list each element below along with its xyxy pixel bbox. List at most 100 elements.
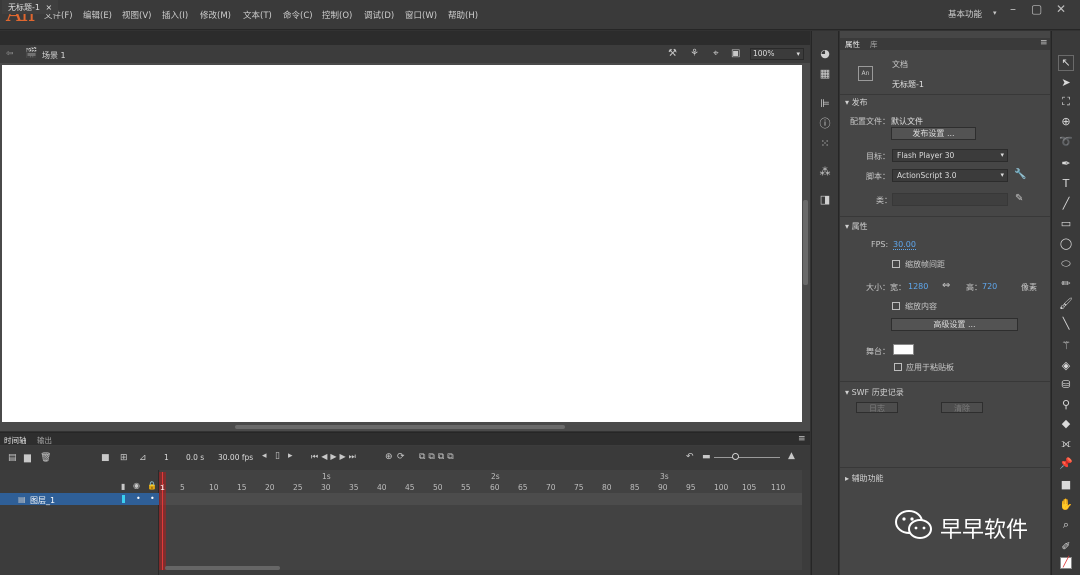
target-select[interactable]: Flash Player 30 ▾ bbox=[892, 149, 1008, 162]
stage[interactable] bbox=[2, 65, 802, 422]
eyedropper-tool-icon[interactable]: ⚲ bbox=[1059, 398, 1073, 412]
layer-parenting-icon[interactable]: ⊞ bbox=[120, 453, 128, 463]
components-panel-icon[interactable]: ⁂ bbox=[819, 166, 831, 178]
width-value[interactable]: 1280 bbox=[908, 282, 928, 291]
swf-log-button[interactable]: 日志 bbox=[856, 402, 898, 413]
close-icon[interactable]: ✕ bbox=[1056, 2, 1066, 16]
tab-timeline[interactable]: 时间轴 bbox=[4, 435, 27, 446]
new-layer-icon[interactable]: ▤ bbox=[8, 453, 17, 463]
menu-debug[interactable]: 调试(D) bbox=[364, 9, 394, 21]
current-time[interactable]: 0.0 s bbox=[186, 453, 204, 462]
frame-rate[interactable]: 30.00 fps bbox=[218, 453, 253, 462]
advanced-settings-button[interactable]: 高级设置 ... bbox=[891, 318, 1018, 331]
camera-icon[interactable]: ■ bbox=[101, 453, 110, 463]
stage-horizontal-scrollbar[interactable] bbox=[235, 425, 565, 429]
center-frame-icon[interactable]: ⊕ bbox=[385, 452, 393, 462]
menu-command[interactable]: 命令(C) bbox=[283, 9, 313, 21]
menu-text[interactable]: 文本(T) bbox=[243, 9, 272, 21]
undo-icon[interactable]: ↶ bbox=[686, 452, 694, 462]
layer-depth-icon[interactable]: ⊿ bbox=[139, 453, 147, 463]
wrench-icon[interactable]: 🔧 bbox=[1014, 169, 1026, 180]
zoom-in-icon[interactable]: ▲ bbox=[788, 451, 795, 461]
frame-row[interactable] bbox=[160, 493, 802, 505]
rectangle-tool-icon[interactable]: ▭ bbox=[1059, 217, 1073, 231]
eraser-tool-icon[interactable]: ◆ bbox=[1059, 417, 1073, 431]
attributes-section-header[interactable]: ▾ 属性 bbox=[845, 221, 868, 232]
timeline-zoom-thumb[interactable] bbox=[732, 453, 739, 460]
workspace-switcher[interactable]: 基本功能 bbox=[948, 8, 982, 20]
motion-presets-icon[interactable]: ◨ bbox=[819, 194, 831, 206]
publish-settings-button[interactable]: 发布设置 ... bbox=[891, 127, 976, 140]
pin-tool-icon[interactable]: 📌 bbox=[1059, 457, 1073, 471]
layer-color-indicator[interactable] bbox=[122, 495, 125, 503]
highlight-layers-icon[interactable]: ▮ bbox=[121, 482, 125, 491]
align-panel-icon[interactable]: ⊫ bbox=[819, 98, 831, 110]
layer-visible-dot[interactable]: • bbox=[136, 494, 141, 503]
ink-bottle-tool-icon[interactable]: ⛁ bbox=[1059, 378, 1073, 392]
menu-view[interactable]: 视图(V) bbox=[122, 9, 151, 21]
stroke-color-icon[interactable]: ✐ bbox=[1059, 540, 1073, 554]
tab-library[interactable]: 库 bbox=[870, 39, 878, 50]
text-tool-icon[interactable]: T bbox=[1059, 177, 1073, 191]
eye-icon[interactable]: ◉ bbox=[133, 481, 140, 490]
zoom-out-icon[interactable]: ▬ bbox=[702, 452, 711, 462]
scale-frame-checkbox[interactable] bbox=[892, 260, 900, 268]
stage-color-swatch[interactable] bbox=[893, 344, 914, 355]
publish-section-header[interactable]: ▾ 发布 bbox=[845, 97, 868, 108]
menu-insert[interactable]: 插入(I) bbox=[162, 9, 188, 21]
transform-panel-icon[interactable]: ⁙ bbox=[819, 138, 831, 150]
tab-output[interactable]: 输出 bbox=[37, 435, 52, 446]
back-arrow-icon[interactable]: ⇦ bbox=[6, 49, 14, 59]
line-tool-icon[interactable]: ╱ bbox=[1059, 197, 1073, 211]
step-forward-icon[interactable]: ▸ bbox=[288, 451, 293, 461]
step-back-icon[interactable]: ◂ bbox=[262, 451, 267, 461]
menu-help[interactable]: 帮助(H) bbox=[448, 9, 478, 21]
subselection-tool-icon[interactable]: ➤ bbox=[1059, 76, 1073, 90]
swf-history-header[interactable]: ▾ SWF 历史记录 bbox=[845, 387, 904, 398]
swf-clear-button[interactable]: 清除 bbox=[941, 402, 983, 413]
pencil-tool-icon[interactable]: ✏ bbox=[1059, 277, 1073, 291]
height-value[interactable]: 720 bbox=[982, 282, 997, 291]
edit-class-icon[interactable]: ✎ bbox=[1015, 193, 1023, 204]
layer-lock-dot[interactable]: • bbox=[150, 494, 155, 503]
edit-scene-icon[interactable]: ⚘ bbox=[690, 48, 699, 59]
brush-tool-icon[interactable]: 🖌 bbox=[1059, 297, 1073, 311]
menu-modify[interactable]: 修改(M) bbox=[200, 9, 231, 21]
camera-tool-icon[interactable]: ■ bbox=[1059, 478, 1073, 492]
paint-brush-tool-icon[interactable]: ╲ bbox=[1059, 317, 1073, 331]
frame-ruler[interactable] bbox=[160, 480, 802, 492]
zoom-select[interactable]: 100% ▾ bbox=[750, 48, 804, 60]
workspace-dropdown-icon[interactable]: ▾ bbox=[993, 9, 997, 17]
loop-icon[interactable]: ⟳ bbox=[397, 452, 405, 462]
swatches-panel-icon[interactable]: ▦ bbox=[819, 68, 831, 80]
current-frame[interactable]: 1 bbox=[164, 453, 169, 462]
layer-name[interactable]: 图层_1 bbox=[30, 495, 55, 506]
menu-control[interactable]: 控制(O) bbox=[322, 9, 352, 21]
new-folder-icon[interactable]: ▆ bbox=[24, 453, 31, 463]
onion-skin-icons[interactable]: ⧉⧉⧉⧉ bbox=[419, 452, 457, 462]
lasso-tool-icon[interactable]: ➰ bbox=[1059, 135, 1073, 149]
width-tool-icon[interactable]: ⟗ bbox=[1059, 437, 1073, 451]
paste-board-checkbox[interactable] bbox=[894, 363, 902, 371]
center-stage-icon[interactable]: ⌖ bbox=[713, 48, 719, 59]
info-panel-icon[interactable]: ⓘ bbox=[819, 118, 831, 130]
fill-color-swatch[interactable]: ╱ bbox=[1060, 557, 1072, 569]
zoom-tool-icon[interactable]: ⌕ bbox=[1059, 518, 1073, 532]
maximize-icon[interactable]: ▢ bbox=[1031, 2, 1042, 16]
pen-tool-icon[interactable]: ✒ bbox=[1059, 157, 1073, 171]
timeline-scrollbar[interactable] bbox=[165, 566, 280, 570]
link-icon[interactable]: ⇔ bbox=[942, 280, 950, 291]
accessibility-header[interactable]: ▸ 辅助功能 bbox=[845, 473, 884, 484]
menu-window[interactable]: 窗口(W) bbox=[405, 9, 437, 21]
document-tab[interactable]: 无标题-1 × bbox=[2, 0, 59, 14]
selection-tool-icon[interactable]: ↖ bbox=[1058, 55, 1074, 71]
free-transform-tool-icon[interactable]: ⛶ bbox=[1059, 95, 1073, 109]
color-panel-icon[interactable]: ◕ bbox=[819, 48, 831, 60]
clip-stage-icon[interactable]: ▣ bbox=[731, 48, 740, 59]
paint-bucket-tool-icon[interactable]: ◈ bbox=[1059, 359, 1073, 373]
lock-icon[interactable]: 🔒 bbox=[147, 481, 157, 490]
timeline-menu-icon[interactable]: ≡ bbox=[798, 434, 806, 444]
minimize-icon[interactable]: – bbox=[1010, 2, 1016, 16]
timeline-zoom-slider[interactable] bbox=[714, 457, 780, 458]
menu-edit[interactable]: 编辑(E) bbox=[83, 9, 112, 21]
